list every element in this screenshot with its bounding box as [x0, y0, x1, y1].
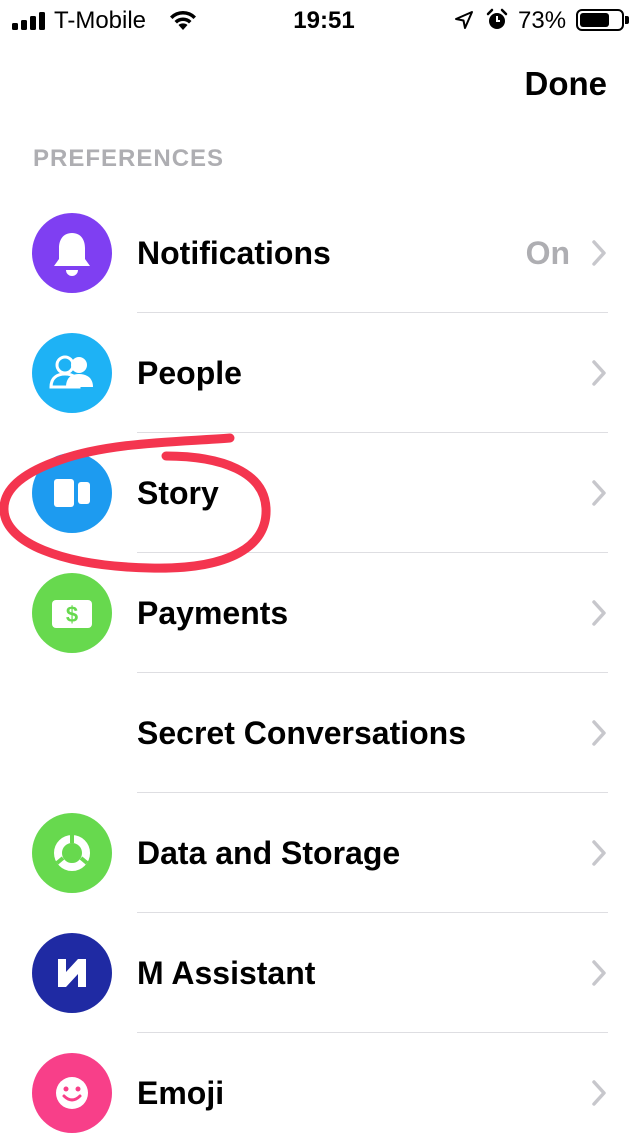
chevron-right-icon — [592, 480, 606, 506]
row-label: M Assistant — [137, 955, 316, 991]
chevron-right-icon — [592, 840, 606, 866]
smiley-icon — [32, 1053, 112, 1133]
row-label: Data and Storage — [137, 835, 401, 871]
row-label: Secret Conversations — [137, 715, 467, 751]
row-data-and-storage[interactable]: Data and Storage — [0, 793, 640, 913]
battery-icon — [576, 9, 629, 31]
preferences-list: Notifications On People Story $ Payments… — [0, 193, 640, 1136]
row-payments[interactable]: $ Payments — [0, 553, 640, 673]
row-notifications[interactable]: Notifications On — [0, 193, 640, 313]
chevron-right-icon — [592, 360, 606, 386]
done-button[interactable]: Done — [525, 64, 608, 104]
pie-chart-icon — [32, 813, 112, 893]
people-icon — [32, 333, 112, 413]
chevron-right-icon — [592, 720, 606, 746]
row-emoji[interactable]: Emoji — [0, 1033, 640, 1136]
row-people[interactable]: People — [0, 313, 640, 433]
row-story[interactable]: Story — [0, 433, 640, 553]
svg-text:$: $ — [66, 602, 78, 627]
alarm-clock-icon — [486, 8, 508, 29]
status-bar: T-Mobile 19:51 73% — [0, 0, 640, 42]
row-label: Notifications — [137, 235, 331, 271]
story-icon — [32, 453, 112, 533]
battery-level-fill — [580, 13, 609, 27]
bell-icon — [32, 213, 112, 293]
row-label: Emoji — [137, 1075, 225, 1111]
row-label: Payments — [137, 595, 289, 631]
row-m-assistant[interactable]: M Assistant — [0, 913, 640, 1033]
dollar-icon: $ — [32, 573, 112, 653]
row-secret-conversations[interactable]: Secret Conversations — [0, 673, 640, 793]
battery-percent: 73% — [518, 7, 567, 34]
row-label: People — [137, 355, 242, 391]
row-label: Story — [137, 475, 219, 511]
chevron-right-icon — [592, 960, 606, 986]
chevron-right-icon — [592, 1080, 606, 1106]
location-arrow-icon — [455, 11, 473, 29]
chevron-right-icon — [592, 600, 606, 626]
chevron-right-icon — [592, 240, 606, 266]
row-value: On — [525, 235, 570, 271]
section-header-preferences: PREFERENCES — [33, 145, 225, 172]
m-assistant-icon — [32, 933, 112, 1013]
